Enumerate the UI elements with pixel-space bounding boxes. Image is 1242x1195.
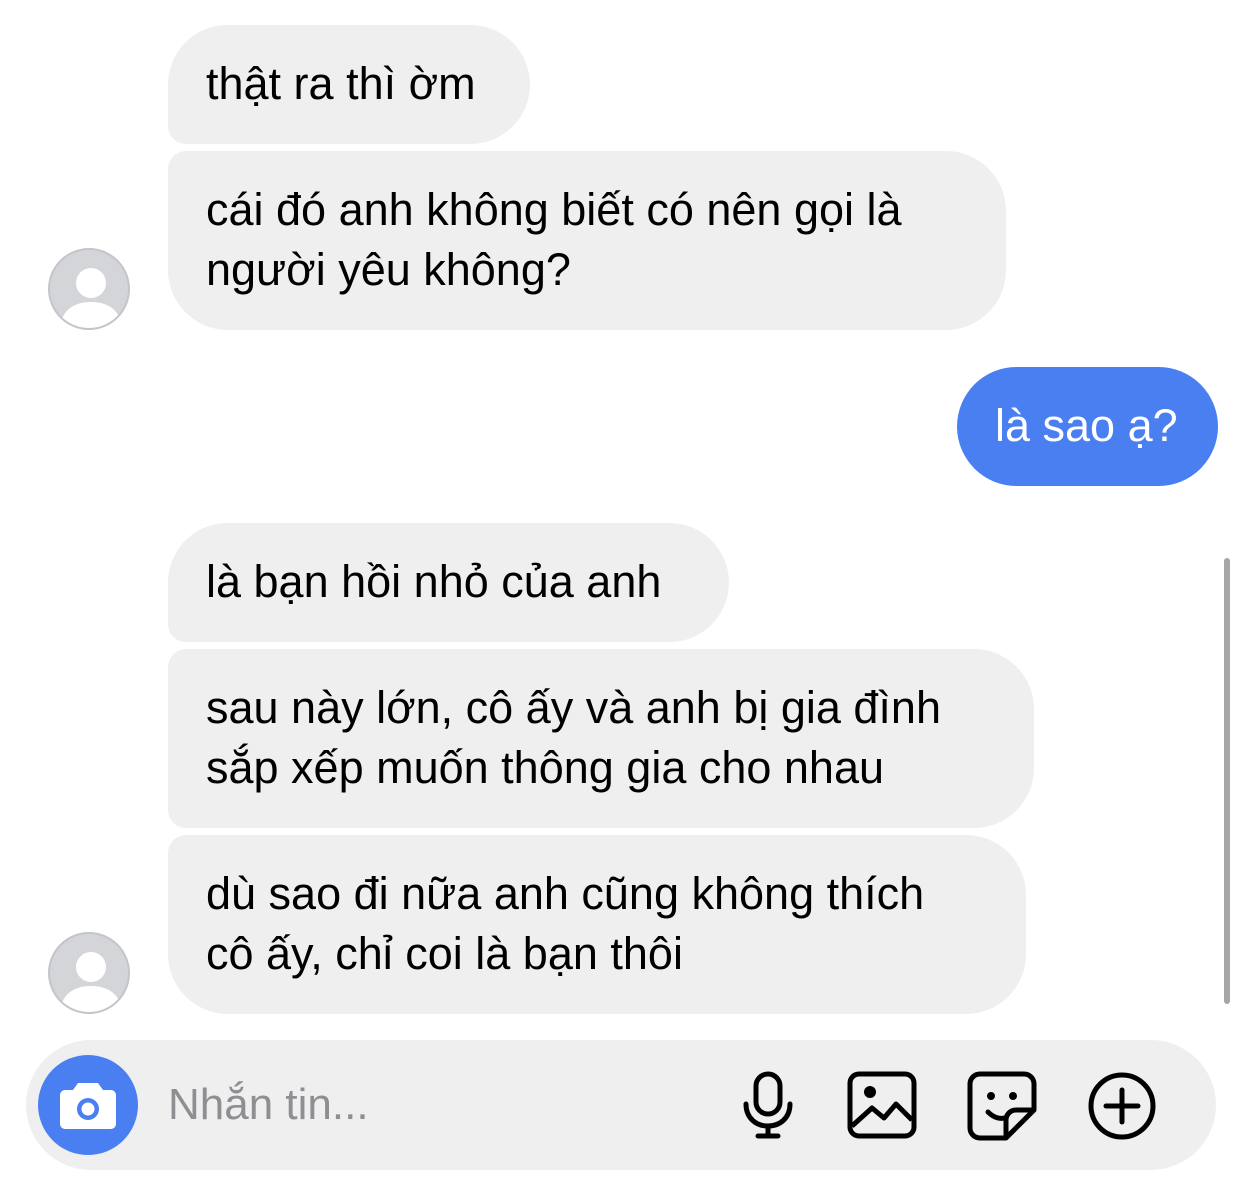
sticker-icon [967,1071,1037,1141]
scrollbar[interactable] [1224,558,1230,1004]
user-silhouette-icon [60,268,122,328]
message-bubble-incoming[interactable]: dù sao đi nữa anh cũng không thích cô ấy… [168,835,1026,1014]
user-silhouette-icon [60,952,122,1012]
image-button[interactable] [846,1070,918,1142]
camera-button[interactable] [38,1055,138,1155]
contact-avatar[interactable] [48,248,130,330]
message-bubble-incoming[interactable]: sau này lớn, cô ấy và anh bị gia đình sắ… [168,649,1034,828]
message-bubble-incoming[interactable]: thật ra thì ờm [168,25,530,144]
microphone-button[interactable] [732,1070,804,1142]
contact-avatar[interactable] [48,932,130,1014]
add-button[interactable] [1086,1070,1158,1142]
message-bubble-outgoing[interactable]: là sao ạ? [957,367,1218,486]
message-bubble-incoming[interactable]: cái đó anh không biết có nên gọi là ngườ… [168,151,1006,330]
plus-circle-icon [1088,1072,1156,1140]
message-input[interactable] [168,1075,708,1135]
microphone-icon [743,1071,793,1139]
message-bubble-incoming[interactable]: là bạn hồi nhỏ của anh [168,523,729,642]
sticker-button[interactable] [966,1070,1038,1142]
camera-icon [60,1083,116,1129]
image-icon [847,1071,917,1139]
